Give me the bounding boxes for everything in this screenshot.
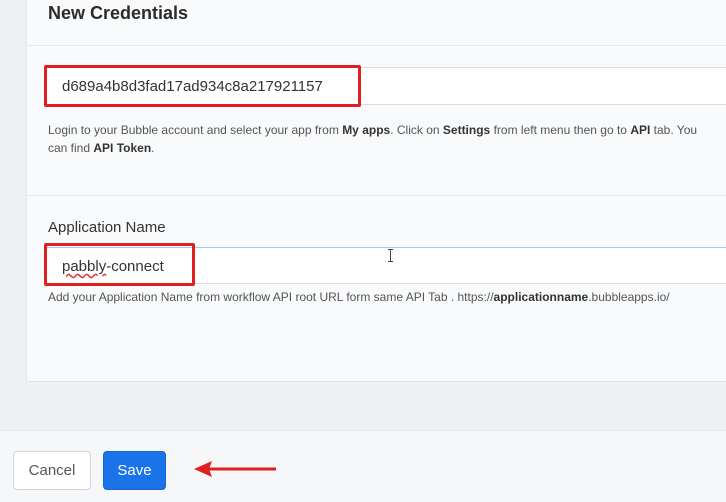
section-divider — [27, 195, 726, 196]
credentials-card: New Credentials d689a4b8d3fad17ad934c8a2… — [26, 0, 726, 382]
text-cursor-icon — [388, 249, 393, 262]
card-title: New Credentials — [48, 3, 189, 23]
app-name-label: Application Name — [48, 219, 166, 236]
cancel-button[interactable]: Cancel — [13, 451, 91, 490]
pointer-arrow-icon — [194, 461, 276, 477]
app-name-highlight — [44, 243, 195, 286]
app-name-help: Add your Application Name from workflow … — [48, 290, 670, 304]
card-header: New Credentials — [27, 0, 726, 46]
api-token-help: Login to your Bubble account and select … — [48, 123, 698, 155]
save-button[interactable]: Save — [103, 451, 166, 490]
api-token-highlight — [44, 65, 361, 107]
